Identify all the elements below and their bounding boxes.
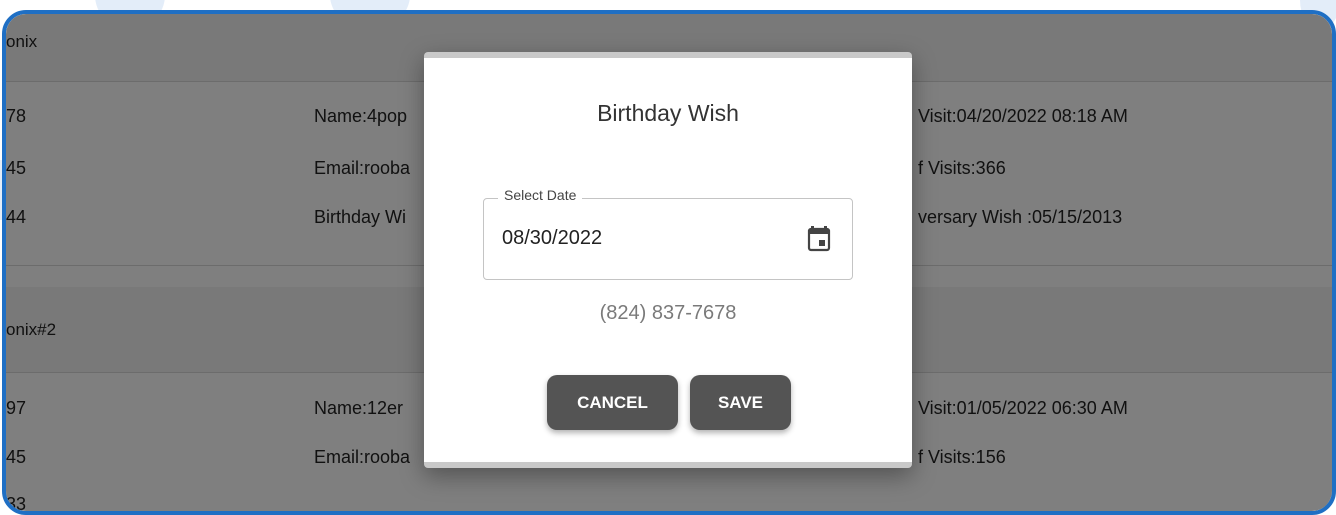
birthday-wish-dialog: Birthday Wish Select Date (824) 837-7678… [424,52,912,468]
select-date-label: Select Date [498,187,583,203]
phone-number: (824) 837-7678 [599,302,737,324]
save-button[interactable]: SAVE [690,375,791,430]
calendar-icon[interactable] [806,225,832,253]
date-input[interactable] [502,227,762,250]
dialog-title: Birthday Wish [597,100,739,126]
select-date-field[interactable]: Select Date [483,187,853,280]
cancel-button[interactable]: CANCEL [547,375,678,430]
